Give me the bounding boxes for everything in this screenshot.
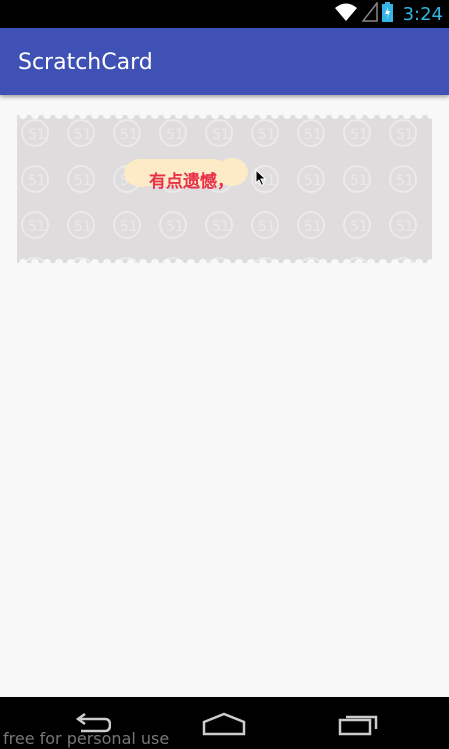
status-time: 3:24 [402,3,443,25]
recent-apps-icon[interactable] [333,709,383,739]
signal-icon [361,0,378,27]
home-icon[interactable] [199,709,249,739]
status-bar: 3:24 [0,0,449,28]
app-title: ScratchCard [18,50,153,75]
app-bar: ScratchCard [0,28,449,95]
wifi-icon [334,2,358,27]
status-icons: 3:24 [334,0,443,27]
battery-charging-icon [381,1,393,27]
watermark-text: free for personal use [3,729,170,748]
content-area: 51 有点遗憾， [0,95,449,697]
mouse-cursor-icon [255,168,267,192]
scratch-card[interactable]: 51 有点遗憾， [17,115,432,263]
